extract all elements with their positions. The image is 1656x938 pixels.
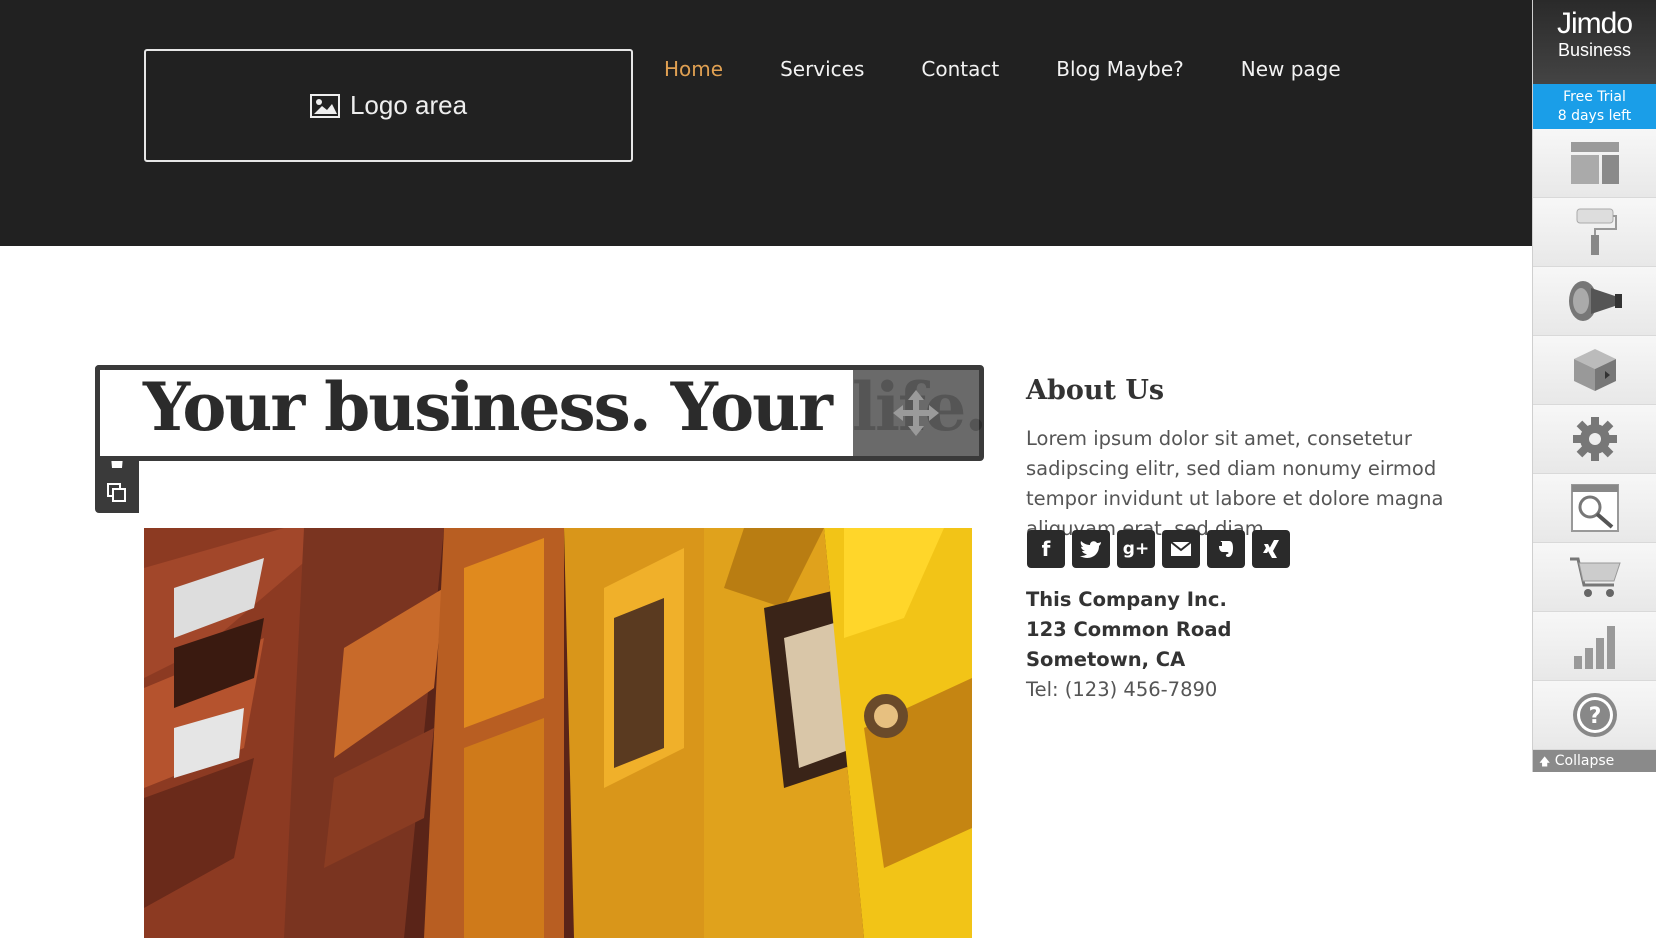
megaphone-icon — [1568, 281, 1622, 321]
seo-magnifier-icon — [1570, 484, 1619, 532]
box-icon — [1573, 349, 1616, 391]
company-name: This Company Inc. — [1026, 588, 1227, 611]
layout-icon — [1570, 142, 1619, 184]
settings-button[interactable] — [1533, 405, 1656, 474]
statistics-button[interactable] — [1533, 612, 1656, 681]
company-city: Sometown, CA — [1026, 648, 1186, 671]
bar-chart-icon — [1573, 626, 1615, 669]
nav-new-page[interactable]: New page — [1241, 57, 1341, 81]
store-button[interactable] — [1533, 336, 1656, 405]
image-icon — [309, 93, 340, 118]
jimdo-brand[interactable]: Jimdo Business — [1533, 0, 1656, 84]
svg-text:?: ? — [1588, 704, 1601, 729]
collapse-label: Collapse — [1554, 753, 1615, 769]
logo-label: Logo area — [349, 90, 468, 120]
jimdo-admin-sidebar: Jimdo Business Free Trial 8 days left ? … — [1532, 0, 1656, 772]
cart-button[interactable] — [1533, 543, 1656, 612]
collapse-button[interactable]: 🡅 Collapse — [1533, 750, 1656, 772]
about-text: Lorem ipsum dolor sit amet, consetetur s… — [1026, 427, 1444, 540]
about-title: About Us — [1026, 375, 1165, 406]
nav-home[interactable]: Home — [664, 57, 723, 81]
trial-label: Free Trial — [1563, 89, 1626, 105]
logo-area[interactable]: Logo area — [144, 49, 633, 162]
facebook-icon[interactable]: f — [1027, 530, 1065, 568]
nav-contact[interactable]: Contact — [921, 57, 999, 81]
move-icon — [893, 390, 939, 436]
paint-roller-icon — [1576, 208, 1617, 255]
layout-button[interactable] — [1533, 129, 1656, 198]
style-button[interactable] — [1533, 198, 1656, 267]
drag-handle[interactable] — [853, 370, 979, 456]
company-address: This Company Inc. 123 Common Road Someto… — [1026, 585, 1231, 705]
hero-image[interactable] — [144, 528, 972, 938]
seo-button[interactable] — [1533, 474, 1656, 543]
trial-days-left: 8 days left — [1557, 108, 1632, 124]
company-phone: Tel: (123) 456-7890 — [1026, 678, 1218, 701]
brand-name: Jimdo — [1556, 7, 1633, 40]
xing-icon[interactable] — [1252, 530, 1290, 568]
email-icon[interactable] — [1162, 530, 1200, 568]
copy-icon — [107, 483, 126, 503]
collapse-arrow-icon: 🡅 — [1539, 755, 1551, 768]
free-trial-banner[interactable]: Free Trial 8 days left — [1533, 84, 1656, 129]
nav-blog[interactable]: Blog Maybe? — [1056, 57, 1184, 81]
nav-services[interactable]: Services — [780, 57, 864, 81]
company-street: 123 Common Road — [1026, 618, 1232, 641]
evernote-icon[interactable] — [1207, 530, 1245, 568]
cart-icon — [1569, 557, 1621, 597]
social-buttons: f g+ — [1027, 530, 1297, 568]
google-plus-icon[interactable]: g+ — [1117, 530, 1155, 568]
brand-plan: Business — [1557, 40, 1632, 60]
help-button[interactable]: ? — [1533, 681, 1656, 750]
main-nav: Home Services Contact Blog Maybe? New pa… — [664, 57, 1398, 81]
building-photo — [144, 528, 972, 938]
marketing-button[interactable] — [1533, 267, 1656, 336]
gear-icon — [1572, 417, 1617, 461]
site-header: Logo area Home Services Contact Blog May… — [0, 0, 1532, 246]
twitter-icon[interactable] — [1072, 530, 1110, 568]
duplicate-button[interactable] — [102, 479, 132, 509]
help-icon: ? — [1572, 693, 1617, 737]
